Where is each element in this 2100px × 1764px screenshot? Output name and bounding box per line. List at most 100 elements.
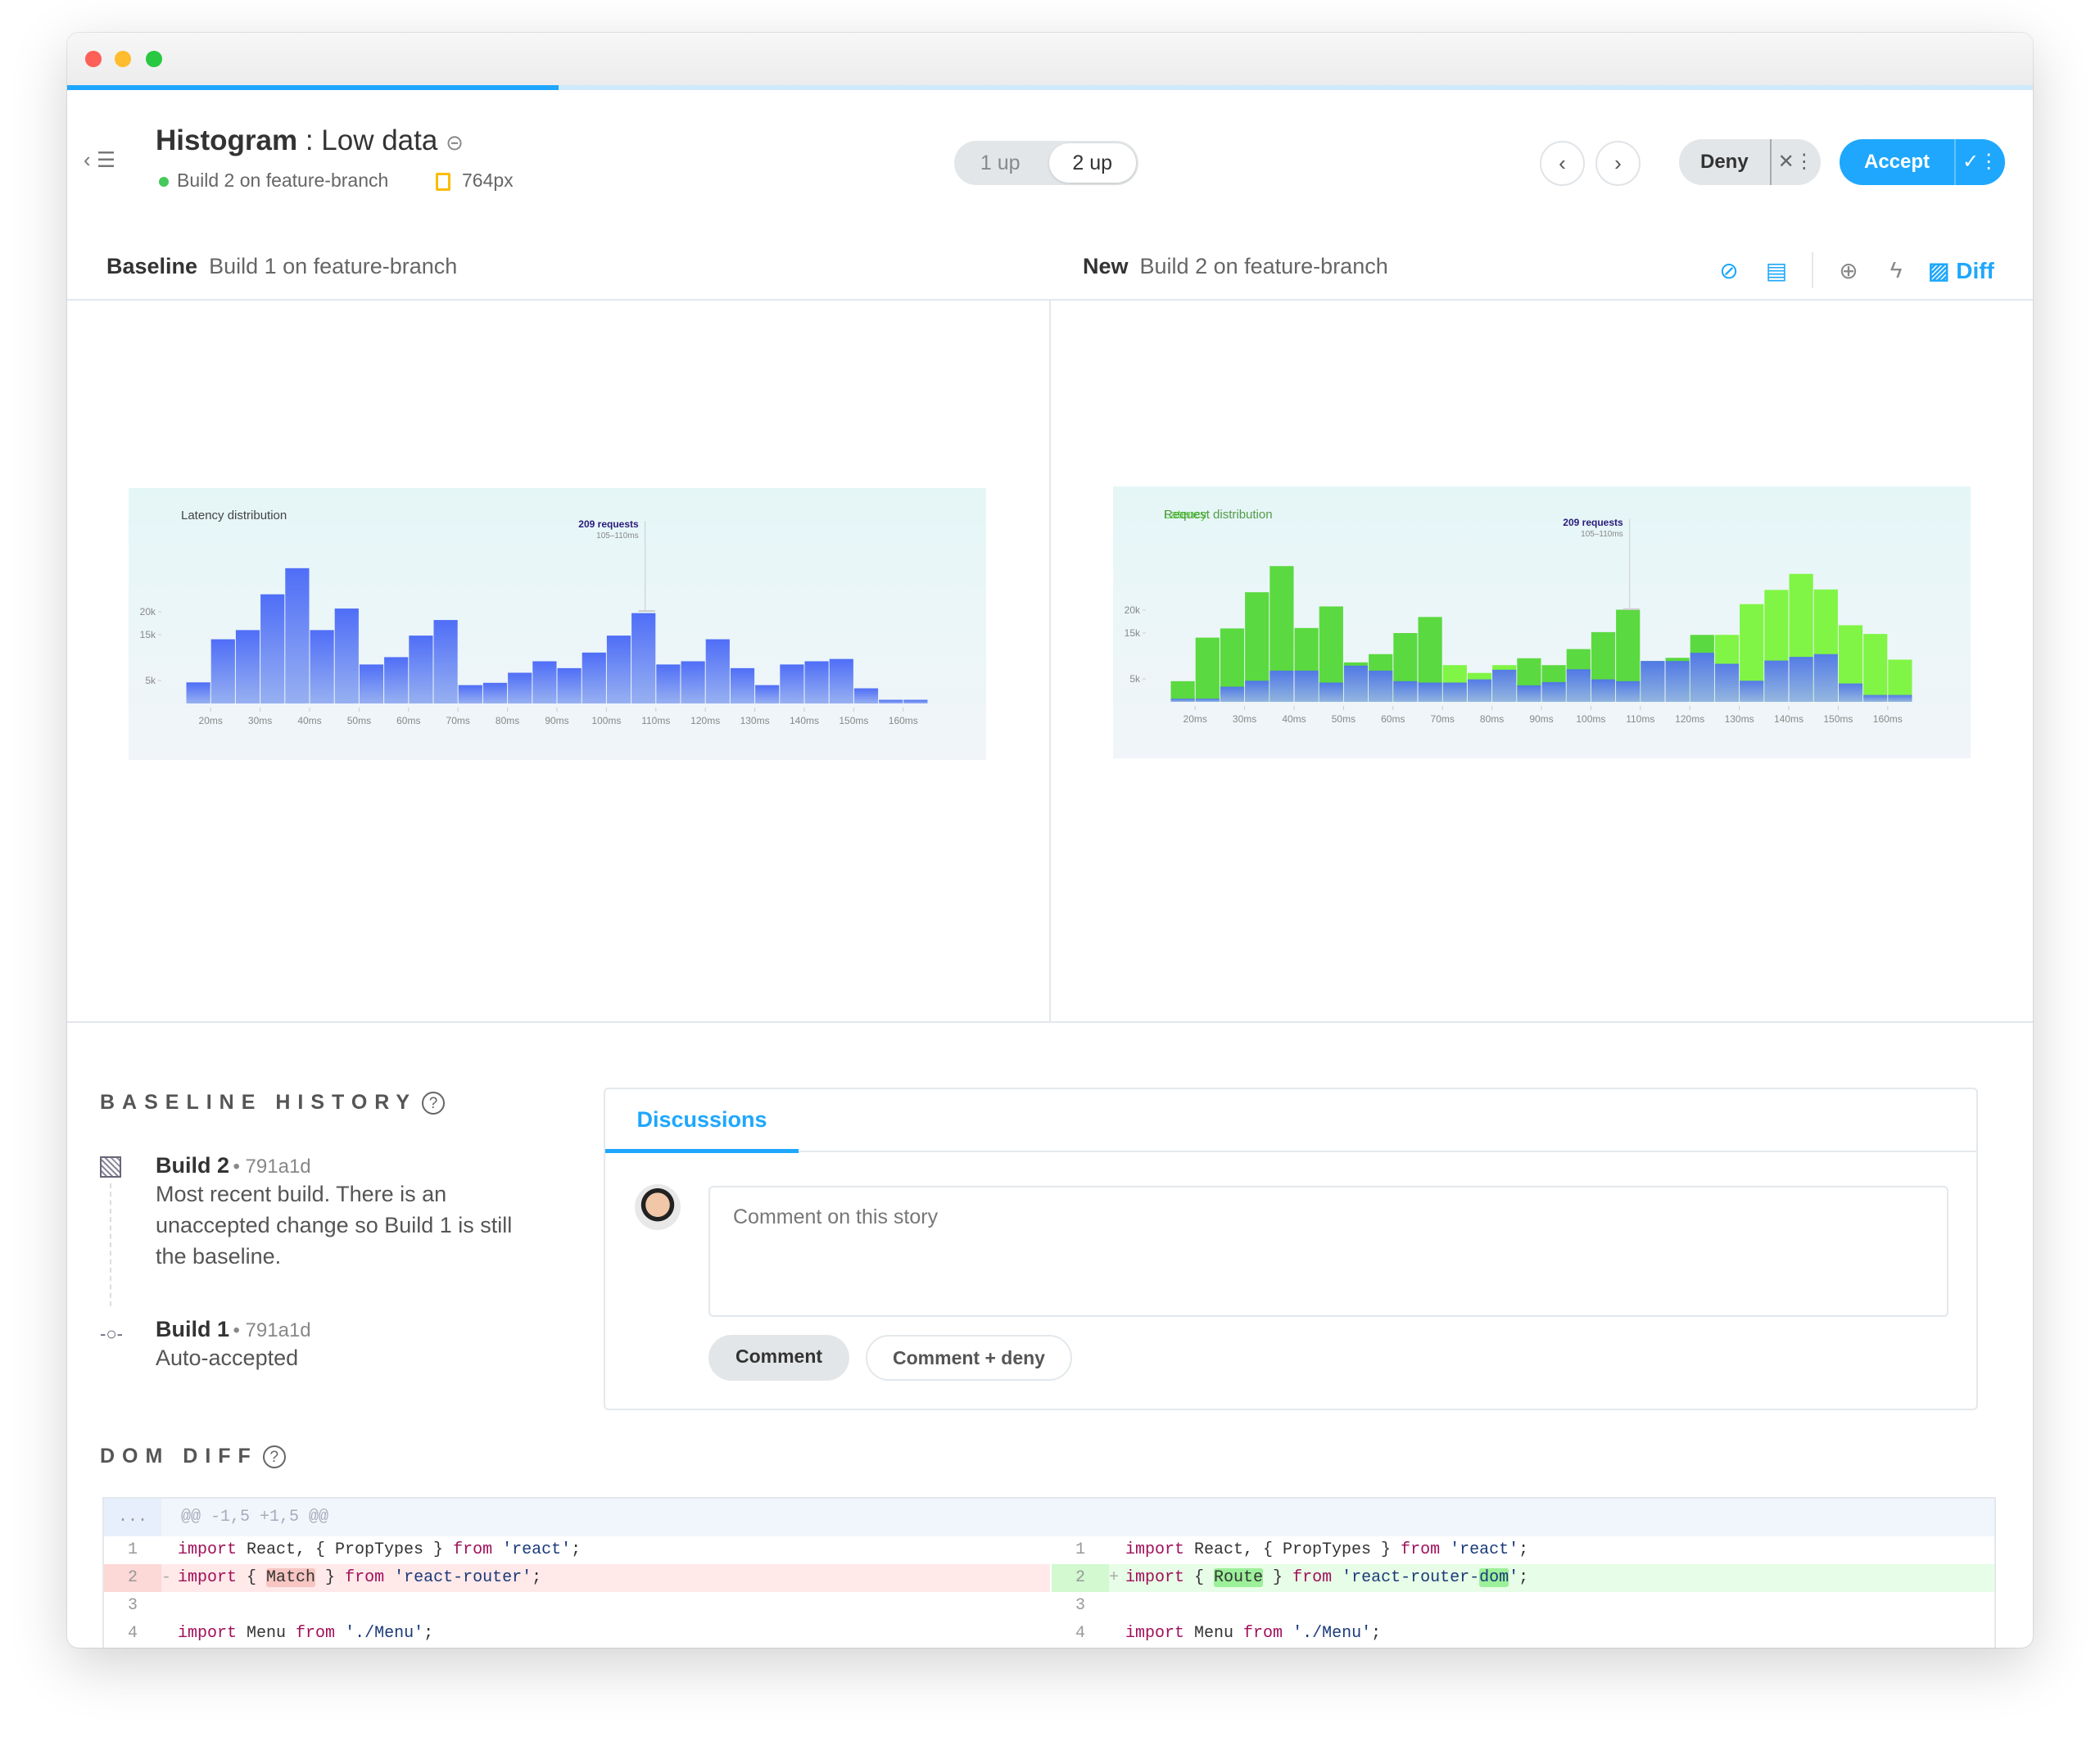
history-item: Build 1 • 791a1d Auto-accepted bbox=[156, 1317, 311, 1370]
comment-deny-button[interactable]: Comment + deny bbox=[866, 1335, 1072, 1381]
histogram-bar bbox=[1888, 694, 1912, 702]
histogram-bar bbox=[853, 688, 879, 703]
y-tick-label: 20k bbox=[140, 606, 156, 617]
open-story-icon[interactable]: ⊝ bbox=[446, 130, 464, 155]
histogram-bar bbox=[260, 594, 285, 703]
tab-discussions[interactable]: Discussions bbox=[605, 1089, 799, 1153]
histogram-bar bbox=[235, 630, 260, 703]
x-tick-label: 60ms bbox=[1381, 713, 1405, 725]
y-tick-label: 5k bbox=[1129, 673, 1141, 685]
help-icon[interactable]: ? bbox=[422, 1092, 446, 1115]
diff-toggle-button[interactable]: ▨ Diff bbox=[1928, 257, 1994, 284]
y-tick-label: 5k bbox=[145, 675, 156, 686]
progress-bar bbox=[67, 85, 2033, 90]
diff-line: 2 + import { Route } from 'react-router-do… bbox=[1052, 1564, 1994, 1592]
x-tick-label: 150ms bbox=[1823, 713, 1853, 725]
histogram-bar bbox=[1270, 670, 1294, 702]
baseline-histogram: Latency distribution 5k 15k 20k 20ms 30ms 40ms… bbox=[140, 509, 928, 726]
app-window: ‹ ☰ Histogram : Low data ⊝ Build 2 on fe… bbox=[67, 33, 2033, 1648]
diff-line: 2- import { Match } from 'react-router'; bbox=[104, 1564, 1050, 1592]
histogram-bar bbox=[780, 664, 804, 703]
title-bar bbox=[67, 33, 2033, 85]
histogram-bar bbox=[1220, 686, 1245, 702]
comment-button[interactable]: Comment bbox=[708, 1335, 849, 1381]
help-icon[interactable]: ? bbox=[262, 1445, 286, 1469]
strobe-off-icon[interactable]: ϟ bbox=[1872, 257, 1920, 283]
new-histogram-diff: LatencyRequest distribution5k15k20k20ms 3… bbox=[1125, 508, 1912, 725]
maximize-window-button[interactable] bbox=[146, 51, 162, 67]
histogram-bar bbox=[1566, 669, 1591, 702]
histogram-bar bbox=[334, 608, 359, 703]
diff-line: 3 bbox=[1075, 1596, 1085, 1615]
x-tick-label: 50ms bbox=[347, 715, 371, 726]
x-tick-label: 120ms bbox=[1675, 713, 1704, 725]
histogram-bar bbox=[1641, 661, 1665, 702]
diff-line: 4 import Menu from './Menu'; bbox=[127, 1624, 434, 1643]
x-tick-label: 160ms bbox=[1873, 713, 1903, 725]
deny-button[interactable]: Deny bbox=[1679, 139, 1770, 185]
crosshair-icon[interactable]: ⊕ bbox=[1825, 257, 1872, 284]
accept-button-group: Accept ✓⋮ bbox=[1840, 139, 2006, 185]
histogram-bar bbox=[730, 667, 755, 703]
histogram-bar bbox=[879, 699, 903, 703]
histogram-bar bbox=[1740, 681, 1764, 702]
x-tick-label: 70ms bbox=[446, 715, 470, 726]
y-tick-label: 20k bbox=[1125, 604, 1141, 616]
histogram-bar bbox=[804, 661, 829, 703]
histogram-bar bbox=[458, 685, 482, 703]
histogram-bar bbox=[1764, 660, 1789, 702]
next-story-button[interactable]: › bbox=[1595, 141, 1641, 186]
histogram-bar bbox=[1813, 654, 1838, 702]
deny-all-icon[interactable]: ✕⋮ bbox=[1769, 139, 1821, 185]
history-item: Build 2 • 791a1d Most recent build. Ther… bbox=[156, 1153, 513, 1269]
diff-highlight: Match bbox=[266, 1568, 316, 1587]
histogram-bar bbox=[532, 661, 557, 703]
dom-diff-heading: DOM DIFF? bbox=[100, 1445, 286, 1469]
histogram-bar bbox=[755, 685, 780, 703]
histogram-bar bbox=[433, 620, 458, 703]
toolbar-divider bbox=[1812, 252, 1813, 288]
histogram-bar bbox=[1714, 663, 1740, 702]
y-tick-label: 15k bbox=[140, 629, 156, 640]
histogram-bar bbox=[1467, 679, 1492, 702]
previous-story-button[interactable]: ‹ bbox=[1540, 141, 1585, 186]
histogram-bar bbox=[1343, 665, 1369, 702]
baseline-label: Baseline Build 1 on feature-branch bbox=[106, 254, 458, 278]
histogram-bar bbox=[1319, 682, 1343, 702]
view-1up-button[interactable]: 1 up bbox=[957, 143, 1044, 183]
x-tick-label: 130ms bbox=[1725, 713, 1754, 725]
diff-bar bbox=[1195, 637, 1220, 702]
view-toggle: 1 up 2 up bbox=[954, 141, 1138, 185]
histogram-bar bbox=[1245, 681, 1270, 702]
histogram-bar bbox=[310, 630, 334, 703]
x-tick-label: 80ms bbox=[1480, 713, 1504, 725]
x-tick-label: 150ms bbox=[839, 715, 868, 726]
comments-icon[interactable]: ▤ bbox=[1753, 257, 1800, 284]
x-tick-label: 100ms bbox=[591, 715, 621, 726]
y-tick-label: 15k bbox=[1125, 627, 1141, 639]
expand-hunk-button[interactable]: ... bbox=[104, 1499, 161, 1536]
page-title: Histogram : Low data ⊝ bbox=[156, 124, 464, 156]
view-2up-button[interactable]: 2 up bbox=[1048, 143, 1136, 183]
histogram-bar bbox=[1442, 682, 1467, 702]
x-tick-label: 40ms bbox=[297, 715, 321, 726]
back-to-list-icon[interactable]: ‹ ☰ bbox=[84, 147, 115, 173]
histogram-bar bbox=[1418, 682, 1442, 702]
close-window-button[interactable] bbox=[85, 51, 102, 67]
diff-highlight: Route bbox=[1214, 1568, 1264, 1587]
divider bbox=[67, 1021, 2033, 1023]
minimize-window-button[interactable] bbox=[115, 51, 131, 67]
diff-line: 1 import React, { PropTypes } from 'react… bbox=[1075, 1540, 1529, 1559]
diff-line: 3 bbox=[127, 1596, 138, 1615]
x-tick-label: 60ms bbox=[396, 715, 420, 726]
histogram-bar bbox=[1393, 681, 1418, 702]
accept-all-icon[interactable]: ✓⋮ bbox=[1954, 139, 2005, 185]
histogram-bar bbox=[359, 664, 384, 703]
new-snapshot: Latency Request distribution 5k 15k 20k 20ms 3… bbox=[1113, 486, 1971, 758]
histogram-bar bbox=[1195, 699, 1220, 702]
histogram-bar bbox=[1838, 683, 1863, 702]
x-tick-label: 160ms bbox=[889, 715, 918, 726]
accept-button[interactable]: Accept bbox=[1840, 139, 1954, 185]
comment-input[interactable]: Comment on this story bbox=[708, 1186, 1948, 1317]
hide-diff-eye-icon[interactable]: ⊘ bbox=[1705, 257, 1753, 284]
